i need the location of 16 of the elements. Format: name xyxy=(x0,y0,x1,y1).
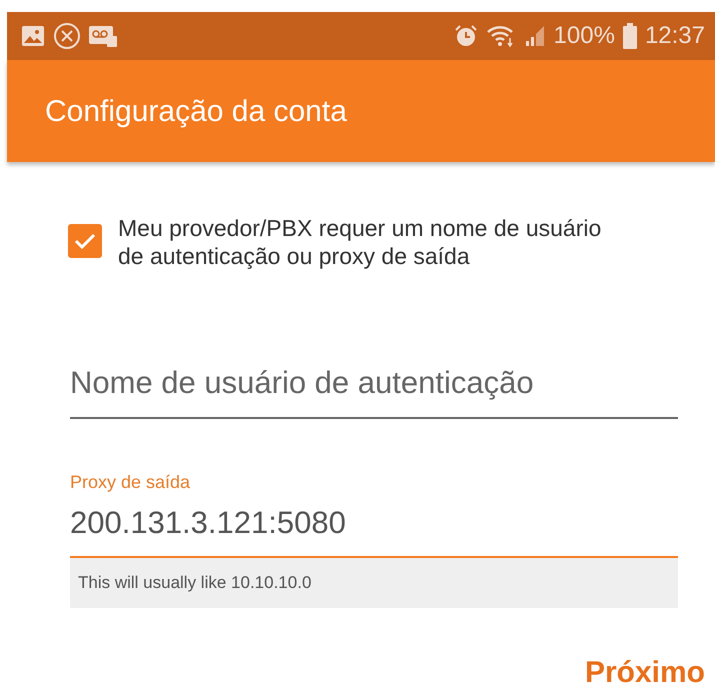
clock-time: 12:37 xyxy=(644,21,705,51)
signal-icon xyxy=(524,24,546,48)
checkbox[interactable] xyxy=(68,224,102,258)
battery-icon xyxy=(622,23,637,49)
check-icon xyxy=(74,232,96,250)
voicemail-icon xyxy=(89,25,117,47)
field-label: Proxy de saída xyxy=(70,470,192,494)
input-field[interactable]: 200.131.3.121:5080 xyxy=(70,500,678,558)
hint-text: This will usually like 10.10.10.0 xyxy=(70,558,678,608)
image-icon xyxy=(21,25,45,47)
checkbox-label: Meu provedor/PBX requer um nome de usuário de autenticação ou proxy de saída xyxy=(118,214,602,270)
alarm-icon xyxy=(454,24,478,48)
screen-title: Configuração da conta xyxy=(45,94,347,130)
battery-level: 100% xyxy=(554,21,615,51)
input-field[interactable]: Nome de usuário de autenticação xyxy=(70,360,678,418)
close-circle-icon xyxy=(53,22,81,50)
